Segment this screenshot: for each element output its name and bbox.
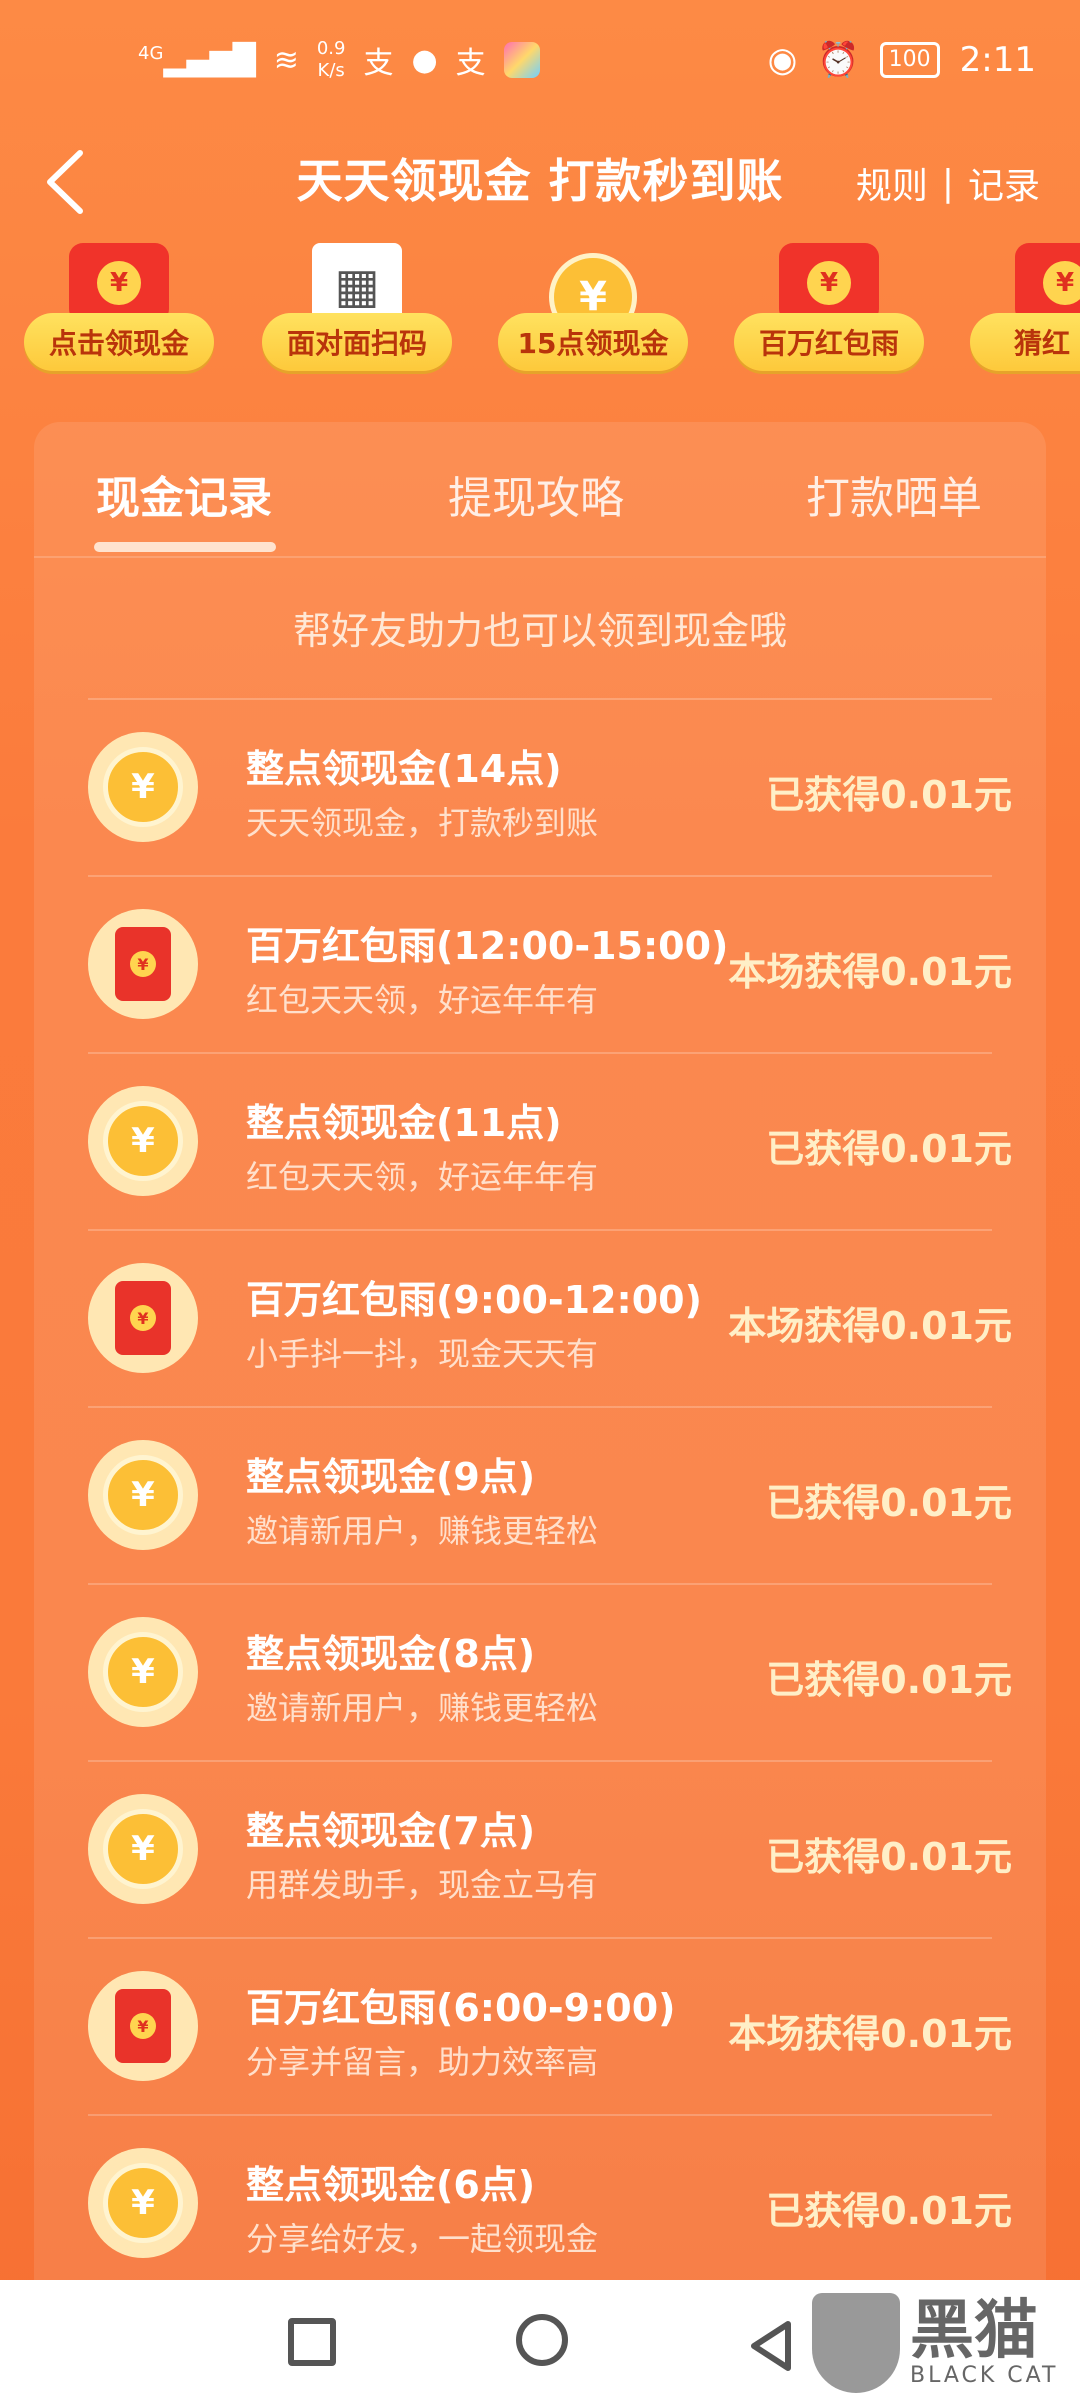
item-status: 已获得0.01元 — [766, 2189, 1012, 2233]
red-envelope-icon: ¥ — [115, 927, 171, 1001]
item-subtitle: 红包天天领，好运年年有 — [246, 1158, 599, 1196]
home-button[interactable] — [516, 2314, 568, 2366]
item-subtitle: 分享给好友，一起领现金 — [246, 2220, 599, 2258]
list-item[interactable]: ¥ 整点领现金(11点) 红包天天领，好运年年有 已获得0.01元 — [88, 1052, 1012, 1229]
tab-cash-records[interactable]: 现金记录 — [96, 462, 272, 526]
records-card: 现金记录 提现攻略 打款晒单 帮好友助力也可以领到现金哦 ¥ 整点领现金(14点… — [34, 422, 1046, 2400]
item-title: 百万红包雨(6:00-9:00) — [246, 1986, 676, 2030]
red-envelope-icon: ¥ — [779, 243, 879, 323]
item-title: 百万红包雨(12:00-15:00) — [246, 924, 729, 968]
activity-guess[interactable]: ¥ 猜红 — [970, 243, 1080, 383]
alarm-clock-coin-icon: ¥ — [103, 747, 183, 827]
item-status: 已获得0.01元 — [766, 1481, 1012, 1525]
activity-15-cash[interactable]: ¥ 15点领现金 — [498, 243, 688, 383]
alipay-icon-2: 支 — [455, 46, 486, 81]
records-link[interactable]: 记录 — [968, 157, 1040, 209]
tab-payout-showcase[interactable]: 打款晒单 — [806, 462, 982, 526]
alarm-clock-coin-icon: ¥ — [103, 1455, 183, 1535]
help-friend-tip: 帮好友助力也可以领到现金哦 — [292, 609, 787, 653]
red-envelope-icon: ¥ — [115, 1281, 171, 1355]
item-status: 已获得0.01元 — [766, 1835, 1012, 1879]
page-header: 天天领现金 打款秒到账 规则 | 记录 — [0, 125, 1080, 243]
cat-shield-icon — [812, 2293, 900, 2393]
alarm-clock-coin-icon: ¥ — [103, 1101, 183, 1181]
list-item[interactable]: ¥ 百万红包雨(9:00-12:00) 小手抖一抖，现金天天有 本场获得0.01… — [88, 1229, 1012, 1406]
list-item[interactable]: ¥ 整点领现金(9点) 邀请新用户，赚钱更轻松 已获得0.01元 — [88, 1406, 1012, 1583]
list-item[interactable]: ¥ 整点领现金(7点) 用群发助手，现金立马有 已获得0.01元 — [88, 1760, 1012, 1937]
list-item[interactable]: ¥ 整点领现金(14点) 天天领现金，打款秒到账 已获得0.01元 — [88, 698, 1012, 875]
status-bar: 4G▂▄▆█ ≋ 0.9 K/s 支 ● 支 ◉ ⏰ 100 2:11 — [0, 0, 1080, 125]
item-status: 本场获得0.01元 — [728, 1304, 1012, 1348]
item-title: 整点领现金(7点) — [246, 1809, 536, 1853]
eye-icon: ◉ — [767, 40, 798, 80]
activity-label: 百万红包雨 — [734, 313, 924, 371]
item-status: 本场获得0.01元 — [728, 2012, 1012, 2056]
active-tab-indicator — [94, 542, 276, 552]
activity-scan[interactable]: ▦ 面对面扫码 — [262, 243, 452, 383]
list-item[interactable]: ¥ 整点领现金(6点) 分享给好友，一起领现金 已获得0.01元 — [88, 2114, 1012, 2291]
red-envelope-icon: ¥ — [1015, 243, 1080, 323]
item-subtitle: 邀请新用户，赚钱更轻松 — [246, 1512, 599, 1550]
recent-apps-button[interactable] — [288, 2318, 336, 2366]
item-subtitle: 邀请新用户，赚钱更轻松 — [246, 1689, 599, 1727]
alarm-icon: ⏰ — [817, 40, 860, 80]
item-status: 已获得0.01元 — [766, 773, 1012, 817]
item-status: 已获得0.01元 — [766, 1658, 1012, 1702]
item-title: 百万红包雨(9:00-12:00) — [246, 1278, 702, 1322]
activity-label: 猜红 — [970, 313, 1080, 371]
back-triangle-icon[interactable] — [742, 2316, 802, 2376]
app-icon — [503, 42, 540, 78]
item-title: 整点领现金(14点) — [246, 747, 562, 791]
wifi-icon: ≋ — [273, 42, 299, 78]
alipay-icon: 支 — [363, 46, 394, 81]
signal-icon: 4G▂▄▆█ — [138, 42, 256, 78]
watermark-en: BLACK CAT — [910, 2362, 1059, 2388]
item-subtitle: 分享并留言，助力效率高 — [246, 2043, 599, 2081]
activity-label: 面对面扫码 — [262, 313, 452, 371]
rules-link[interactable]: 规则 — [856, 157, 928, 209]
alarm-clock-coin-icon: ¥ — [103, 1809, 183, 1889]
item-subtitle: 用群发助手，现金立马有 — [246, 1866, 599, 1904]
activity-icons-row: ¥ 点击领现金 ▦ 面对面扫码 ¥ 15点领现金 ¥ 百万红包雨 ¥ 猜红 — [0, 243, 1080, 383]
header-divider: | — [941, 162, 954, 204]
tab-withdraw-guide[interactable]: 提现攻略 — [448, 462, 624, 526]
records-list: ¥ 整点领现金(14点) 天天领现金，打款秒到账 已获得0.01元 ¥ 百万红包… — [88, 698, 1012, 2291]
item-subtitle: 天天领现金，打款秒到账 — [246, 804, 599, 842]
item-title: 整点领现金(11点) — [246, 1101, 562, 1145]
item-subtitle: 红包天天领，好运年年有 — [246, 981, 599, 1019]
tab-bar: 现金记录 提现攻略 打款晒单 — [34, 422, 1046, 558]
list-item[interactable]: ¥ 百万红包雨(12:00-15:00) 红包天天领，好运年年有 本场获得0.0… — [88, 875, 1012, 1052]
list-item[interactable]: ¥ 整点领现金(8点) 邀请新用户，赚钱更轻松 已获得0.01元 — [88, 1583, 1012, 1760]
red-envelope-icon: ¥ — [69, 243, 169, 323]
item-subtitle: 小手抖一抖，现金天天有 — [246, 1335, 599, 1373]
net-speed: 0.9 K/s — [316, 38, 346, 81]
watermark-cn: 黑猫 — [910, 2293, 1038, 2368]
activity-red-packet-rain[interactable]: ¥ 百万红包雨 — [734, 243, 924, 383]
item-title: 整点领现金(6点) — [246, 2163, 536, 2207]
item-status: 本场获得0.01元 — [728, 950, 1012, 994]
alarm-clock-coin-icon: ¥ — [103, 2163, 183, 2243]
list-item[interactable]: ¥ 百万红包雨(6:00-9:00) 分享并留言，助力效率高 本场获得0.01元 — [88, 1937, 1012, 2114]
alarm-clock-coin-icon: ¥ — [103, 1632, 183, 1712]
red-envelope-icon: ¥ — [115, 1989, 171, 2063]
item-status: 已获得0.01元 — [766, 1127, 1012, 1171]
item-title: 整点领现金(9点) — [246, 1455, 536, 1499]
black-cat-watermark: 黑猫 BLACK CAT — [812, 2286, 1080, 2400]
battery-icon: 100 — [879, 42, 940, 78]
activity-label: 点击领现金 — [24, 313, 214, 371]
clock-time: 2:11 — [959, 40, 1036, 80]
activity-label: 15点领现金 — [498, 313, 688, 371]
qq-icon: ● — [411, 42, 438, 78]
item-title: 整点领现金(8点) — [246, 1632, 536, 1676]
activity-claim-cash[interactable]: ¥ 点击领现金 — [24, 243, 214, 383]
